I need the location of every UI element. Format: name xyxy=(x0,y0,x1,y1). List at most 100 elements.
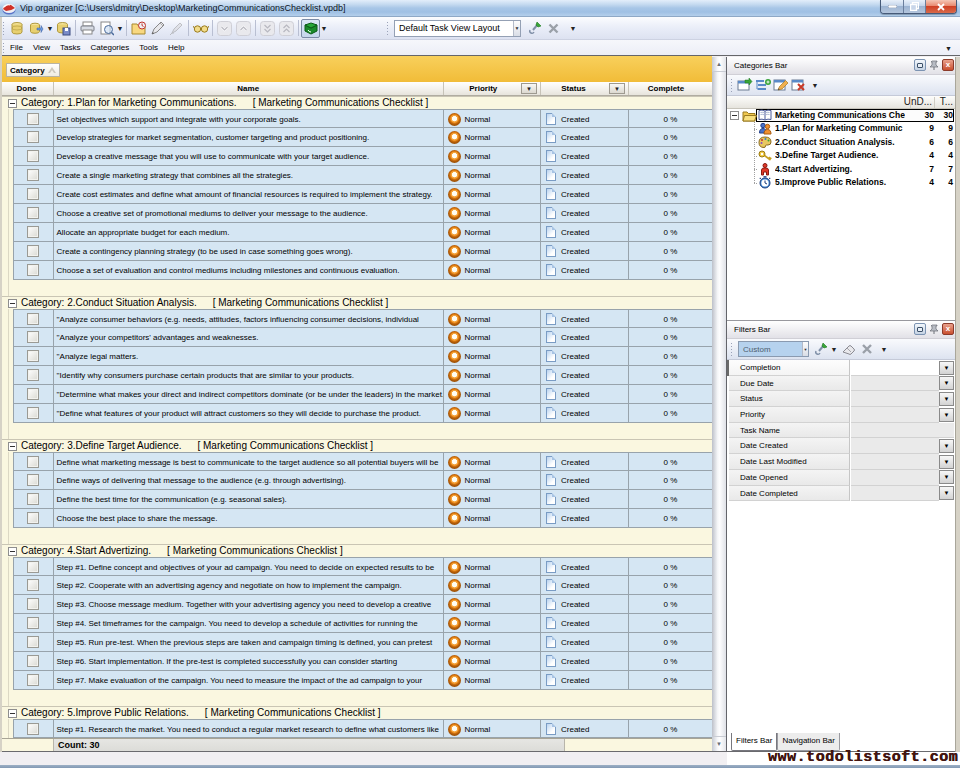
layout-combobox-dropdown-icon[interactable]: ▼ xyxy=(513,21,520,36)
filter-value-cell[interactable] xyxy=(851,470,939,486)
filter-preset-combobox[interactable]: Custom ▼ xyxy=(738,341,809,357)
status-cell[interactable]: Created xyxy=(541,185,629,203)
task-row[interactable]: Set objectives which support and integra… xyxy=(13,109,712,128)
task-name-cell[interactable]: Create cost estimates and define what am… xyxy=(54,185,444,203)
priority-cell[interactable]: Normal xyxy=(444,242,542,260)
complete-cell[interactable]: 0 % xyxy=(629,490,712,508)
task-name-cell[interactable]: Step #1. Research the market. You need t… xyxy=(54,720,444,738)
tree-collapse-icon[interactable] xyxy=(730,111,739,120)
toolbar-overflow-icon[interactable]: ▼ xyxy=(569,25,577,32)
complete-cell[interactable]: 0 % xyxy=(629,633,712,651)
status-filter-button[interactable]: ▼ xyxy=(609,83,625,94)
clear-filter-icon[interactable] xyxy=(840,341,858,357)
task-row[interactable]: Step #7. Make evaluation of the campaign… xyxy=(13,671,712,690)
status-cell[interactable]: Created xyxy=(541,347,629,365)
complete-cell[interactable]: 0 % xyxy=(629,185,712,203)
task-name-cell[interactable]: Develop strategies for market segmentati… xyxy=(54,128,444,146)
collapse-icon[interactable] xyxy=(8,709,17,718)
filters-toolbar-grip[interactable] xyxy=(730,342,733,356)
delete-filter-icon[interactable] xyxy=(858,341,876,357)
task-row[interactable]: Step #5. Run pre-test. When the previous… xyxy=(13,633,712,652)
category-row[interactable]: Category: 1.Plan for Marketing Communica… xyxy=(0,96,712,109)
task-name-cell[interactable]: Choose a set of evaluation and control m… xyxy=(54,261,444,279)
tree-header-undone[interactable]: UnD... xyxy=(904,96,932,108)
tree-item[interactable]: 2.Conduct Situation Analysis.66 xyxy=(727,136,955,149)
status-cell[interactable]: Created xyxy=(541,671,629,689)
task-name-cell[interactable]: Step #1. Define concept and objectives o… xyxy=(54,558,444,576)
category-row[interactable]: Category: 4.Start Advertizing.[ Marketin… xyxy=(0,544,712,557)
filter-row[interactable]: Task Name xyxy=(727,423,955,439)
task-row[interactable]: Step #6. Start implementation. If the pr… xyxy=(13,652,712,671)
filter-dropdown-button[interactable]: ▼ xyxy=(939,376,954,390)
priority-cell[interactable]: Normal xyxy=(444,614,542,632)
task-name-cell[interactable]: ''Determine what makes your direct and i… xyxy=(54,385,444,403)
edit-task-icon[interactable] xyxy=(148,19,167,38)
task-name-cell[interactable]: Create a contingency planning strategy (… xyxy=(54,242,444,260)
print-preview-dropdown-icon[interactable]: ▼ xyxy=(116,25,124,32)
task-row[interactable]: Develop strategies for market segmentati… xyxy=(13,128,712,147)
complete-cell[interactable]: 0 % xyxy=(629,671,712,689)
tree-item[interactable]: 5.Improve Public Relations.44 xyxy=(727,176,955,189)
task-name-cell[interactable]: Define ways of delivering that message t… xyxy=(54,471,444,489)
task-row[interactable]: Choose a creative set of promotional med… xyxy=(13,204,712,223)
task-checkbox[interactable] xyxy=(27,617,39,629)
task-checkbox[interactable] xyxy=(27,512,39,524)
complete-cell[interactable]: 0 % xyxy=(629,310,712,328)
filter-dropdown-button[interactable]: ▼ xyxy=(939,455,954,469)
edit-notes-icon[interactable] xyxy=(167,19,186,38)
complete-cell[interactable]: 0 % xyxy=(629,128,712,146)
priority-cell[interactable]: Normal xyxy=(444,404,542,422)
filter-value-cell[interactable] xyxy=(851,438,939,454)
menubar-overflow-icon[interactable]: ▼ xyxy=(945,45,952,52)
status-cell[interactable]: Created xyxy=(541,166,629,184)
task-row[interactable]: Create a single marketing strategy that … xyxy=(13,166,712,185)
filter-value-cell[interactable] xyxy=(851,486,939,502)
task-row[interactable]: Develop a creative message that you will… xyxy=(13,147,712,166)
priority-cell[interactable]: Normal xyxy=(444,576,542,594)
task-row[interactable]: Choose a set of evaluation and control m… xyxy=(13,261,712,280)
priority-filter-button[interactable]: ▼ xyxy=(521,83,537,94)
category-row[interactable]: Category: 2.Conduct Situation Analysis.[… xyxy=(0,296,712,309)
priority-cell[interactable]: Normal xyxy=(444,328,542,346)
column-header-name[interactable]: Name xyxy=(54,82,444,95)
complete-cell[interactable]: 0 % xyxy=(629,223,712,241)
status-cell[interactable]: Created xyxy=(541,147,629,165)
close-button[interactable] xyxy=(926,0,956,13)
tree-item[interactable]: Marketing Communications Che3030 xyxy=(727,109,955,122)
category-row[interactable]: Category: 5.Improve Public Relations.[ M… xyxy=(0,706,712,719)
menu-help[interactable]: Help xyxy=(163,40,189,55)
task-checkbox[interactable] xyxy=(27,264,39,276)
menu-categories[interactable]: Categories xyxy=(86,40,135,55)
print-preview-icon[interactable] xyxy=(97,19,116,38)
edit-category-icon[interactable] xyxy=(772,77,790,93)
status-cell[interactable]: Created xyxy=(541,633,629,651)
move-up-icon[interactable] xyxy=(234,19,253,38)
move-bottom-icon[interactable] xyxy=(258,19,277,38)
restore-button[interactable] xyxy=(904,0,926,13)
priority-cell[interactable]: Normal xyxy=(444,223,542,241)
filter-value-cell[interactable] xyxy=(851,391,939,407)
task-row[interactable]: Step #3. Choose message medium. Together… xyxy=(13,595,712,614)
task-name-cell[interactable]: Choose the best place to share the messa… xyxy=(54,509,444,527)
priority-cell[interactable]: Normal xyxy=(444,147,542,165)
task-name-cell[interactable]: Step #2. Cooperate with an advertising a… xyxy=(54,576,444,594)
task-checkbox[interactable] xyxy=(27,598,39,610)
filter-preset-spinner[interactable]: ▼ xyxy=(802,342,808,356)
complete-cell[interactable]: 0 % xyxy=(629,110,712,128)
priority-cell[interactable]: Normal xyxy=(444,310,542,328)
status-cell[interactable]: Created xyxy=(541,328,629,346)
categories-bar-float-button[interactable] xyxy=(914,59,926,71)
task-checkbox[interactable] xyxy=(27,350,39,362)
priority-cell[interactable]: Normal xyxy=(444,128,542,146)
filter-row[interactable]: Status▼ xyxy=(727,391,955,407)
priority-cell[interactable]: Normal xyxy=(444,204,542,222)
task-checkbox[interactable] xyxy=(27,169,39,181)
tree-header-total[interactable]: T... xyxy=(940,96,953,108)
task-checkbox[interactable] xyxy=(27,674,39,686)
task-name-cell[interactable]: ''Analyze your competitors' advantages a… xyxy=(54,328,444,346)
move-top-icon[interactable] xyxy=(277,19,296,38)
print-icon[interactable] xyxy=(78,19,97,38)
complete-cell[interactable]: 0 % xyxy=(629,366,712,384)
complete-cell[interactable]: 0 % xyxy=(629,385,712,403)
scrollbar-up-icon[interactable]: ▲ xyxy=(712,57,726,72)
